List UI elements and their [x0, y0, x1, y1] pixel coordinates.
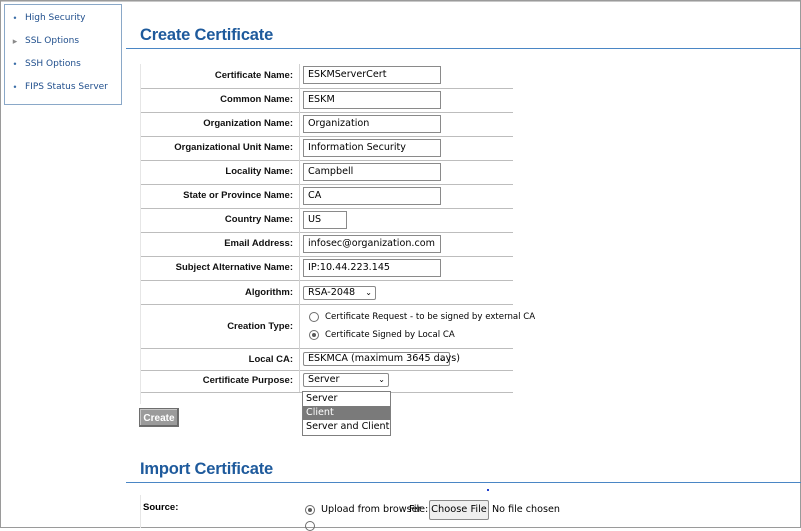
radio-selected-icon[interactable] — [309, 330, 319, 340]
algorithm-select[interactable]: RSA-2048 ⌄ — [303, 286, 376, 300]
title-rule — [126, 48, 801, 49]
row-common-name: Common Name: ESKM — [141, 88, 513, 113]
algorithm-value: RSA-2048 — [308, 287, 356, 298]
option-label: Certificate Signed by Local CA — [325, 330, 455, 340]
import-title-rule — [126, 482, 801, 483]
field-label: Organization Name: — [203, 118, 293, 129]
bullet-icon: • — [13, 59, 17, 69]
row-creation-type: Creation Type: Certificate Request - to … — [141, 304, 535, 349]
row-algorithm: Algorithm: RSA-2048 ⌄ — [141, 280, 513, 305]
column-divider — [299, 304, 300, 348]
row-local-ca: Local CA: ESKMCA (maximum 3645 days) ⌄ — [141, 348, 513, 371]
sidebar-item-label: FIPS Status Server — [25, 82, 108, 92]
subject-alt-name-input[interactable]: IP:10.44.223.145 — [303, 259, 441, 277]
row-country-name: Country Name: US — [141, 208, 513, 233]
sidebar-item-label: SSL Options — [25, 36, 80, 46]
column-divider — [299, 64, 300, 88]
row-locality-name: Locality Name: Campbell — [141, 160, 513, 185]
row-state-name: State or Province Name: CA — [141, 184, 513, 209]
row-certificate-purpose: Certificate Purpose: Server ⌄ — [141, 370, 513, 393]
field-label: Common Name: — [220, 94, 293, 105]
creation-type-option-request[interactable]: Certificate Request - to be signed by ex… — [309, 312, 535, 322]
bullet-icon: • — [13, 13, 17, 23]
field-label: Creation Type: — [227, 321, 293, 332]
column-divider — [299, 208, 300, 232]
row-email-address: Email Address: infosec@organization.com — [141, 232, 513, 257]
state-name-input[interactable]: CA — [303, 187, 441, 205]
sidebar-item-fips-status-server[interactable]: • FIPS Status Server — [5, 76, 121, 98]
field-label: Subject Alternative Name: — [175, 262, 293, 273]
row-organization-name: Organization Name: Organization — [141, 112, 513, 137]
locality-name-input[interactable]: Campbell — [303, 163, 441, 181]
sidebar: • High Security ▸ SSL Options • SSH Opti… — [4, 4, 122, 105]
column-divider — [299, 256, 300, 280]
dropdown-option-server-and-client[interactable]: Server and Client — [303, 420, 390, 434]
country-name-input[interactable]: US — [303, 211, 347, 229]
common-name-input[interactable]: ESKM — [303, 91, 441, 109]
upload-from-browser-option[interactable]: Upload from browser — [305, 504, 421, 515]
radio-selected-icon[interactable] — [305, 504, 315, 515]
field-label: Certificate Purpose: — [202, 375, 293, 386]
option-label: Certificate Request - to be signed by ex… — [325, 312, 536, 322]
source-label: Source: — [143, 502, 179, 513]
local-ca-select[interactable]: ESKMCA (maximum 3645 days) ⌄ — [303, 352, 460, 366]
email-address-input[interactable]: infosec@organization.com — [303, 235, 441, 253]
sidebar-item-label: SSH Options — [25, 59, 81, 69]
file-label: File: — [409, 504, 429, 515]
organization-name-input[interactable]: Organization — [303, 115, 441, 133]
radio-unselected-icon[interactable] — [309, 312, 319, 322]
sidebar-item-high-security[interactable]: • High Security — [5, 7, 121, 29]
chevron-down-icon: ⌄ — [378, 375, 385, 384]
chevron-down-icon: ⌄ — [365, 288, 372, 297]
row-org-unit-name: Organizational Unit Name: Information Se… — [141, 136, 513, 161]
option-label: Upload from browser — [321, 504, 422, 515]
column-divider — [299, 280, 300, 304]
column-divider — [299, 160, 300, 184]
create-certificate-title: Create Certificate — [140, 26, 274, 44]
column-divider — [299, 232, 300, 256]
org-unit-name-input[interactable]: Information Security — [303, 139, 441, 157]
column-divider — [299, 348, 300, 370]
import-certificate-title: Import Certificate — [140, 460, 274, 478]
field-label: Email Address: — [224, 238, 293, 249]
field-label: State or Province Name: — [183, 190, 293, 201]
create-certificate-form: Certificate Name: ESKMServerCert Common … — [140, 64, 535, 404]
sidebar-item-ssl-options[interactable]: ▸ SSL Options — [5, 30, 121, 52]
field-label: Locality Name: — [225, 166, 293, 177]
field-label: Algorithm: — [244, 287, 293, 298]
sidebar-item-ssh-options[interactable]: • SSH Options — [5, 53, 121, 75]
column-divider — [299, 112, 300, 136]
create-button[interactable]: Create — [139, 408, 179, 427]
marker-dot — [487, 489, 489, 491]
paste-option-radio[interactable] — [305, 521, 315, 531]
column-divider — [299, 370, 300, 392]
certificate-purpose-dropdown: Server Client Server and Client — [302, 391, 391, 436]
field-label: Organizational Unit Name: — [174, 142, 293, 153]
file-status: No file chosen — [492, 504, 560, 515]
bullet-icon: • — [13, 82, 17, 92]
row-subject-alt-name: Subject Alternative Name: IP:10.44.223.1… — [141, 256, 513, 281]
chevron-down-icon: ⌄ — [439, 354, 446, 363]
certificate-purpose-select[interactable]: Server ⌄ — [303, 373, 389, 387]
dropdown-option-server[interactable]: Server — [303, 392, 390, 406]
field-label: Local CA: — [248, 354, 293, 365]
choose-file-button[interactable]: Choose File — [429, 500, 489, 520]
row-certificate-name: Certificate Name: ESKMServerCert — [141, 64, 513, 89]
dropdown-option-client[interactable]: Client — [303, 406, 390, 420]
column-divider — [299, 184, 300, 208]
certificate-purpose-value: Server — [308, 374, 340, 385]
expand-arrow-icon: ▸ — [12, 35, 18, 46]
field-label: Country Name: — [224, 214, 293, 225]
field-label: Certificate Name: — [214, 70, 293, 81]
column-divider — [299, 136, 300, 160]
local-ca-value: ESKMCA (maximum 3645 days) — [308, 353, 461, 364]
creation-type-option-local-ca[interactable]: Certificate Signed by Local CA — [309, 330, 455, 340]
column-divider — [299, 88, 300, 112]
sidebar-item-label: High Security — [25, 13, 86, 23]
certificate-name-input[interactable]: ESKMServerCert — [303, 66, 441, 84]
